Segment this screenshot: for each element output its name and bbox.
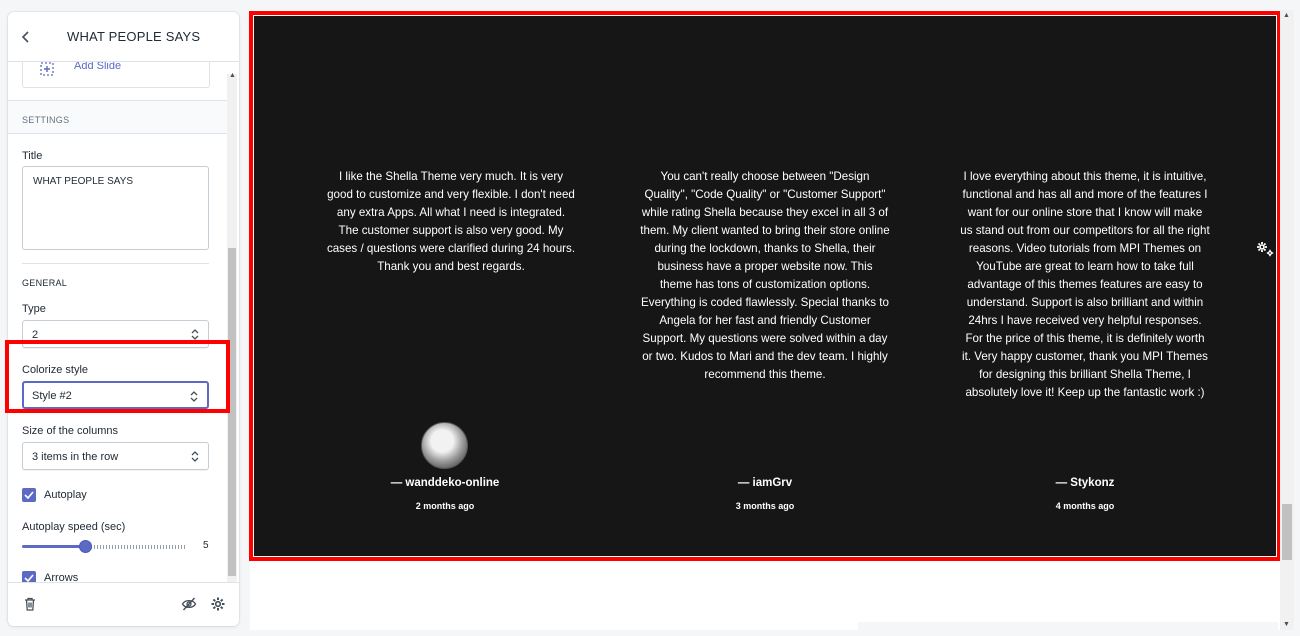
settings-heading: SETTINGS <box>8 100 229 134</box>
sidebar-scroll-thumb[interactable] <box>228 248 236 576</box>
slider-track <box>22 540 187 553</box>
general-heading: GENERAL <box>22 278 68 288</box>
section-settings-gear-icon[interactable] <box>1255 240 1275 258</box>
section-settings-sidebar: WHAT PEOPLE SAYS Add Slide SETTINGS Titl… <box>8 12 239 626</box>
slider-fill <box>22 545 85 548</box>
type-select[interactable]: 2 <box>22 320 209 348</box>
title-field-label: Title <box>22 150 43 162</box>
preview-scroll-thumb[interactable] <box>1282 504 1292 560</box>
add-slide-label: Add Slide <box>74 62 122 72</box>
testimonial-author: — iamGrv <box>737 477 793 489</box>
scroll-down-arrow-icon[interactable]: ▼ <box>1283 621 1290 628</box>
scroll-up-arrow-icon[interactable]: ▲ <box>229 72 236 79</box>
chevron-left-icon <box>21 30 29 43</box>
testimonial-text: You can't really choose between "Design … <box>640 170 890 381</box>
select-arrows-icon <box>190 391 198 402</box>
columns-size-select[interactable]: 3 items in the row <box>22 442 209 470</box>
type-select-value: 2 <box>32 329 39 341</box>
autoplay-label: Autoplay <box>44 489 87 501</box>
columns-size-label: Size of the columns <box>22 425 118 437</box>
arrows-checkbox[interactable] <box>22 571 36 582</box>
autoplay-checkbox[interactable] <box>22 488 36 502</box>
select-arrows-icon <box>191 451 199 462</box>
slider-thumb[interactable] <box>79 540 92 553</box>
sidebar-scrollbar[interactable]: ▲ ▼ <box>227 72 237 595</box>
colorize-style-value: Style #2 <box>32 390 72 402</box>
divider <box>22 263 209 264</box>
testimonial-author: — Stykonz <box>1055 477 1115 489</box>
add-block-icon <box>40 62 54 76</box>
sidebar-scroll-area: Add Slide SETTINGS Title WHAT PEOPLE SAY… <box>8 62 239 582</box>
preview-scrollbar[interactable]: ▲ ▼ <box>1280 10 1294 630</box>
arrows-label: Arrows <box>44 572 79 582</box>
colorize-style-label: Colorize style <box>22 364 89 376</box>
avatar <box>421 422 468 469</box>
preview-horizontal-track <box>858 622 1278 630</box>
back-button[interactable] <box>8 12 44 62</box>
checkmark-icon <box>24 574 34 582</box>
add-slide-button[interactable]: Add Slide <box>22 62 210 88</box>
autoplay-speed-value: 5 <box>203 540 209 551</box>
slider-ticks <box>85 545 187 549</box>
title-field[interactable]: WHAT PEOPLE SAYS <box>22 166 209 250</box>
hide-eye-icon[interactable] <box>181 596 197 612</box>
scroll-up-arrow-icon[interactable]: ▲ <box>1283 12 1290 19</box>
sidebar-title: WHAT PEOPLE SAYS <box>67 29 201 44</box>
testimonial-author: — wanddeko-online <box>390 477 500 489</box>
checkmark-icon <box>24 491 34 499</box>
type-label: Type <box>22 303 46 315</box>
colorize-style-select[interactable]: Style #2 <box>22 381 209 409</box>
gear-icon[interactable] <box>210 596 226 612</box>
autoplay-speed-slider[interactable]: 5 <box>8 540 229 559</box>
sidebar-footer <box>8 582 239 626</box>
testimonial-text: I like the Shella Theme very much. It is… <box>326 170 576 273</box>
select-arrows-icon <box>191 329 199 340</box>
columns-size-value: 3 items in the row <box>32 451 119 463</box>
sidebar-header: WHAT PEOPLE SAYS <box>8 12 239 62</box>
trash-icon[interactable] <box>22 596 38 612</box>
autoplay-speed-label: Autoplay speed (sec) <box>22 521 126 533</box>
testimonial-date: 2 months ago <box>415 501 475 511</box>
testimonial-date: 3 months ago <box>735 501 795 511</box>
testimonial-date: 4 months ago <box>1055 501 1115 511</box>
testimonial-text: I love everything about this theme, it i… <box>960 170 1210 399</box>
